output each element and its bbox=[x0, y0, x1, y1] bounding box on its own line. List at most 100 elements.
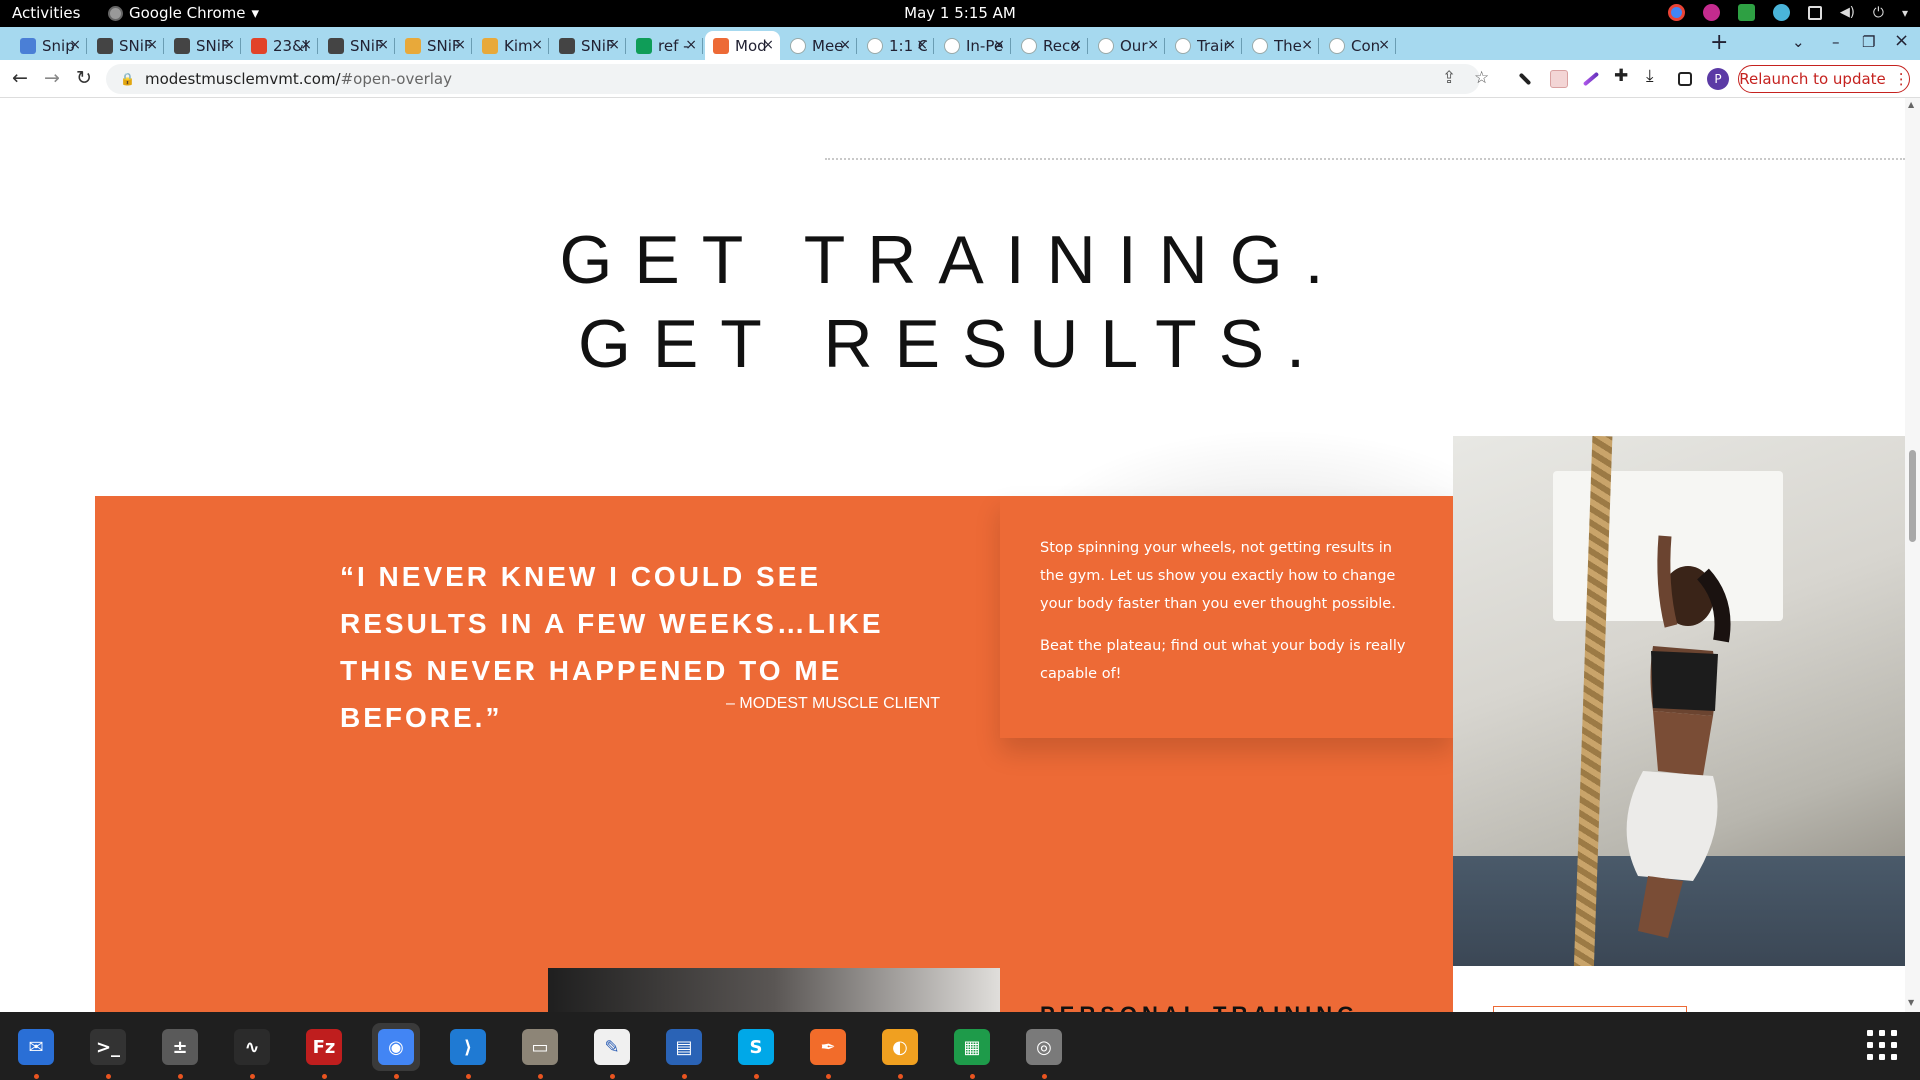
tab-close-icon[interactable]: × bbox=[1378, 37, 1390, 53]
skype-icon[interactable]: S bbox=[732, 1023, 780, 1079]
calculator-icon[interactable]: ± bbox=[156, 1023, 204, 1079]
browser-tab[interactable]: Snip × bbox=[12, 31, 87, 60]
download-icon[interactable]: ⤓ bbox=[1646, 66, 1664, 86]
back-button[interactable]: ← bbox=[12, 67, 28, 89]
chrome-tray-icon[interactable] bbox=[1667, 4, 1685, 21]
tab-close-icon[interactable]: × bbox=[839, 37, 851, 53]
lock-icon[interactable]: 🔒 bbox=[120, 72, 135, 86]
app-menu[interactable]: Google Chrome ▾ bbox=[108, 4, 259, 22]
running-indicator bbox=[394, 1074, 399, 1079]
browser-tab[interactable]: Reco × bbox=[1013, 31, 1088, 60]
browser-tab[interactable]: SNiF × bbox=[89, 31, 164, 60]
browser-tab[interactable]: In-Pe × bbox=[936, 31, 1011, 60]
browser-tab[interactable]: Mee × bbox=[782, 31, 857, 60]
tab-close-icon[interactable]: × bbox=[1070, 37, 1082, 53]
sidepanel-icon[interactable] bbox=[1678, 72, 1692, 86]
tab-close-icon[interactable]: × bbox=[146, 37, 158, 53]
tab-close-icon[interactable]: × bbox=[1147, 37, 1159, 53]
dock-app-glyph: Fz bbox=[306, 1029, 342, 1065]
tab-close-icon[interactable]: × bbox=[1224, 37, 1236, 53]
browser-tab[interactable]: The × bbox=[1244, 31, 1319, 60]
volume-icon[interactable]: ◀) bbox=[1840, 5, 1855, 20]
vscode-icon[interactable]: ⟩ bbox=[444, 1023, 492, 1079]
tab-favicon-icon bbox=[174, 37, 190, 54]
tab-close-icon[interactable]: × bbox=[1301, 37, 1313, 53]
calendar-icon[interactable] bbox=[1550, 70, 1568, 88]
disk-icon[interactable]: ◎ bbox=[1020, 1023, 1068, 1079]
browser-tab[interactable]: SNiF × bbox=[320, 31, 395, 60]
browser-tab[interactable]: 23&I × bbox=[243, 31, 318, 60]
app-tray-icon[interactable] bbox=[1702, 4, 1720, 21]
clock[interactable]: May 1 5:15 AM bbox=[0, 4, 1920, 22]
files-icon[interactable]: ▭ bbox=[516, 1023, 564, 1079]
system-tray[interactable]: ◀) ⏻ ▾ bbox=[1667, 4, 1908, 21]
activities-button[interactable]: Activities bbox=[12, 4, 80, 22]
dock-app-glyph: ◎ bbox=[1026, 1029, 1062, 1065]
tab-close-icon[interactable]: × bbox=[916, 37, 928, 53]
tab-close-icon[interactable]: × bbox=[685, 37, 697, 53]
browser-tab[interactable]: Mod × bbox=[705, 31, 780, 60]
tab-close-icon[interactable]: × bbox=[454, 37, 466, 53]
scroll-up-arrow[interactable]: ▲ bbox=[1908, 100, 1914, 109]
reload-button[interactable]: ↻ bbox=[76, 67, 92, 89]
share-icon[interactable]: ⇪ bbox=[1442, 68, 1456, 88]
profile-avatar[interactable]: P bbox=[1707, 68, 1729, 90]
puzzle-icon[interactable]: ✚ bbox=[1614, 66, 1632, 86]
page-scrollbar[interactable]: ▲ ▼ bbox=[1905, 98, 1920, 1012]
libreoffice-impress-icon[interactable]: ▤ bbox=[660, 1023, 708, 1079]
relaunch-to-update-button[interactable]: Relaunch to update ⋮ bbox=[1738, 65, 1910, 93]
chrome-icon[interactable]: ◉ bbox=[372, 1023, 420, 1079]
cross-tray-icon[interactable] bbox=[1772, 4, 1790, 21]
tab-close-icon[interactable]: × bbox=[993, 37, 1005, 53]
text-editor-icon[interactable]: ✎ bbox=[588, 1023, 636, 1079]
pen-icon[interactable] bbox=[1582, 71, 1600, 87]
inkscape-icon[interactable]: ✒ bbox=[804, 1023, 852, 1079]
new-tab-button[interactable]: + bbox=[1710, 30, 1728, 55]
star-icon[interactable]: ☆ bbox=[1474, 68, 1489, 88]
browser-tab[interactable]: Our × bbox=[1090, 31, 1165, 60]
chevron-down-icon: ▾ bbox=[251, 4, 260, 22]
chrome-icon bbox=[108, 5, 123, 21]
dock-app-glyph: ✎ bbox=[594, 1029, 630, 1065]
browser-tab[interactable]: Kim × bbox=[474, 31, 549, 60]
browser-tab[interactable]: 1:1 C × bbox=[859, 31, 934, 60]
network-icon[interactable] bbox=[1807, 5, 1822, 20]
dock-app-glyph: ◐ bbox=[882, 1029, 918, 1065]
browser-tab[interactable]: SNiF × bbox=[397, 31, 472, 60]
browser-tab[interactable]: Con × bbox=[1321, 31, 1396, 60]
address-bar[interactable]: 🔒 modestmusclemvmt.com/#open-overlay ⇪ ☆ bbox=[106, 64, 1489, 94]
scroll-down-arrow[interactable]: ▼ bbox=[1908, 998, 1914, 1007]
kebab-menu-icon[interactable]: ⋮ bbox=[1894, 70, 1909, 88]
show-apps-grid-icon[interactable] bbox=[1867, 1030, 1897, 1060]
power-icon[interactable]: ⏻ bbox=[1873, 5, 1884, 21]
tab-search-button[interactable]: ⌄ bbox=[1792, 33, 1805, 51]
tab-close-icon[interactable]: × bbox=[223, 37, 235, 53]
running-indicator bbox=[106, 1074, 111, 1079]
browser-tab[interactable]: Trair × bbox=[1167, 31, 1242, 60]
browser-tab[interactable]: SNiF × bbox=[166, 31, 241, 60]
close-window-button[interactable]: × bbox=[1894, 30, 1909, 51]
minimize-button[interactable]: – bbox=[1832, 33, 1840, 51]
browser-tab[interactable]: SNiF × bbox=[551, 31, 626, 60]
browser-tab[interactable]: ref - × bbox=[628, 31, 703, 60]
tray-chevron-down-icon[interactable]: ▾ bbox=[1902, 6, 1908, 20]
libreoffice-calc-icon[interactable]: ▦ bbox=[948, 1023, 996, 1079]
eyedropper-icon[interactable] bbox=[1518, 72, 1532, 86]
tab-close-icon[interactable]: × bbox=[608, 37, 620, 53]
filezilla-icon[interactable]: Fz bbox=[300, 1023, 348, 1079]
tab-close-icon[interactable]: × bbox=[762, 37, 774, 53]
scrollbar-thumb[interactable] bbox=[1909, 450, 1916, 542]
tab-close-icon[interactable]: × bbox=[531, 37, 543, 53]
restore-button[interactable]: ❐ bbox=[1862, 33, 1875, 51]
blender-icon[interactable]: ◐ bbox=[876, 1023, 924, 1079]
tab-favicon-icon bbox=[1098, 37, 1114, 54]
tab-close-icon[interactable]: × bbox=[300, 37, 312, 53]
tab-close-icon[interactable]: × bbox=[69, 37, 81, 53]
system-monitor-icon[interactable]: ∿ bbox=[228, 1023, 276, 1079]
thunderbird-icon[interactable]: ✉ bbox=[12, 1023, 60, 1079]
terminal-icon[interactable]: >_ bbox=[84, 1023, 132, 1079]
extension-tray-icon[interactable] bbox=[1737, 4, 1755, 21]
forward-button[interactable]: → bbox=[44, 67, 60, 89]
tab-close-icon[interactable]: × bbox=[377, 37, 389, 53]
intro-text-card: Stop spinning your wheels, not getting r… bbox=[1000, 496, 1453, 738]
